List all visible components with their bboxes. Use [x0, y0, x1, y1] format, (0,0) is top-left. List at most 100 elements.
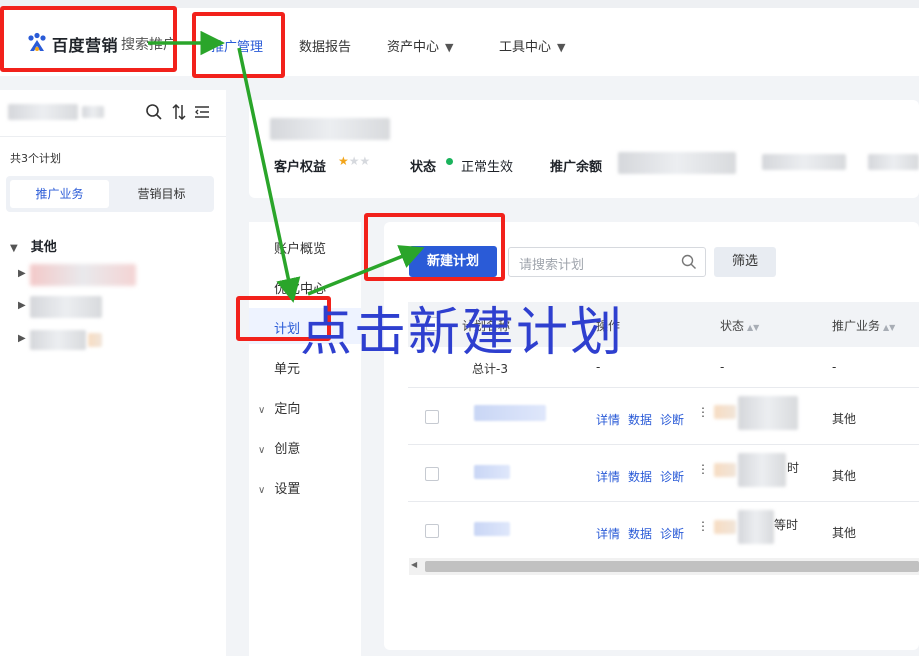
- menu-creative-label: 创意: [274, 442, 301, 457]
- blurred-account-name: [82, 106, 104, 118]
- balance-label: 推广余额: [550, 160, 603, 175]
- menu-settings[interactable]: ∨ 设置: [258, 478, 300, 497]
- blurred-plan-name[interactable]: [30, 264, 136, 286]
- row-divider: [408, 387, 919, 388]
- star-empty-icon: ★: [359, 154, 371, 168]
- chevron-down-icon: ▼: [557, 41, 566, 54]
- plan-count: 共3个计划: [10, 152, 61, 165]
- blurred-plan-name-link[interactable]: [474, 465, 510, 479]
- filter-button[interactable]: 筛选: [714, 247, 776, 277]
- tree-group-label: 其他: [30, 240, 57, 255]
- sort-icon: ▲▼: [883, 323, 896, 332]
- star-filled-icon: ★: [338, 154, 349, 168]
- search-icon[interactable]: [145, 103, 163, 121]
- blurred-plan-name-link[interactable]: [474, 522, 510, 536]
- data-link[interactable]: 数据: [628, 411, 652, 428]
- blurred-plan-tag: [88, 333, 102, 347]
- row-checkbox[interactable]: [425, 467, 439, 481]
- column-header-business[interactable]: 推广业务 ▲▼: [832, 317, 895, 334]
- chevron-down-icon: ∨: [258, 485, 266, 496]
- tree-group-other[interactable]: ▼ 其他: [10, 236, 57, 255]
- row-divider: [408, 501, 919, 502]
- row-business: 其他: [832, 469, 857, 483]
- row-status-suffix: 时: [787, 461, 800, 475]
- annotation-box-new-plan: [364, 213, 505, 281]
- chevron-down-icon: ∨: [258, 405, 266, 416]
- tab-promotion-business[interactable]: 推广业务: [10, 180, 109, 208]
- column-label: 推广业务: [832, 319, 881, 333]
- blurred-status-tag: [714, 463, 736, 477]
- total-row-business: -: [832, 360, 837, 374]
- chevron-down-icon: ▼: [445, 41, 454, 54]
- blurred-account-title: [270, 118, 390, 140]
- search-icon[interactable]: [681, 254, 697, 270]
- rating-stars: ★★★: [338, 154, 370, 168]
- nav-data-report[interactable]: 数据报告: [299, 36, 351, 55]
- blurred-status-text: [738, 453, 786, 487]
- details-link[interactable]: 详情: [596, 525, 620, 542]
- more-actions-icon[interactable]: ⋮: [697, 405, 709, 419]
- blurred-status-tag: [714, 520, 736, 534]
- menu-creative[interactable]: ∨ 创意: [258, 438, 300, 457]
- blurred-plan-name[interactable]: [30, 330, 86, 350]
- menu-account-overview[interactable]: 账户概览: [274, 238, 326, 257]
- status-dot: [446, 158, 453, 165]
- account-info-card: [249, 100, 919, 198]
- more-actions-icon[interactable]: ⋮: [697, 519, 709, 533]
- scroll-left-icon[interactable]: ◀: [411, 560, 417, 569]
- list-collapse-icon[interactable]: [193, 103, 211, 121]
- sort-icon[interactable]: [170, 103, 188, 121]
- annotation-box-logo: [0, 6, 177, 72]
- nav-tool-center[interactable]: 工具中心 ▼: [499, 36, 565, 55]
- caret-right-icon[interactable]: ▶: [18, 333, 26, 344]
- blurred-balance: [868, 154, 919, 170]
- more-actions-icon[interactable]: ⋮: [697, 462, 709, 476]
- scrollbar-thumb[interactable]: [425, 561, 919, 572]
- row-status-suffix: 等时: [774, 518, 799, 532]
- blurred-plan-name-link[interactable]: [474, 405, 546, 421]
- data-link[interactable]: 数据: [628, 525, 652, 542]
- diagnose-link[interactable]: 诊断: [660, 468, 684, 485]
- column-label: 状态: [720, 319, 745, 333]
- menu-settings-label: 设置: [274, 482, 301, 497]
- row-checkbox[interactable]: [425, 524, 439, 538]
- row-checkbox[interactable]: [425, 410, 439, 424]
- status-label: 状态: [410, 160, 437, 175]
- tab-marketing-goal[interactable]: 营销目标: [112, 180, 211, 208]
- caret-right-icon[interactable]: ▶: [18, 268, 26, 279]
- blurred-status-text: [738, 396, 798, 430]
- diagnose-link[interactable]: 诊断: [660, 411, 684, 428]
- caret-right-icon[interactable]: ▶: [18, 300, 26, 311]
- blurred-status-text: [738, 510, 774, 544]
- blurred-plan-name[interactable]: [30, 296, 102, 318]
- chevron-down-icon: ∨: [258, 445, 266, 456]
- diagnose-link[interactable]: 诊断: [660, 525, 684, 542]
- menu-unit[interactable]: 单元: [274, 358, 300, 377]
- data-link[interactable]: 数据: [628, 468, 652, 485]
- plan-search-placeholder: 请搜索计划: [519, 258, 585, 273]
- star-empty-icon: ★: [348, 154, 360, 168]
- customer-rights-label: 客户权益: [274, 160, 327, 175]
- blurred-balance: [618, 152, 736, 174]
- annotation-instruction-text: 点击新建计划: [300, 303, 625, 363]
- plan-tree-sidebar: [0, 90, 226, 656]
- nav-asset-center[interactable]: 资产中心 ▼: [387, 36, 453, 55]
- menu-targeting-label: 定向: [274, 402, 301, 417]
- caret-down-icon: ▼: [10, 243, 18, 254]
- status-value: 正常生效: [461, 160, 514, 175]
- nav-tool-center-label: 工具中心: [499, 40, 552, 55]
- row-divider: [408, 444, 919, 445]
- details-link[interactable]: 详情: [596, 468, 620, 485]
- row-business: 其他: [832, 526, 857, 540]
- sort-icon: ▲▼: [747, 323, 760, 332]
- blurred-account-name: [8, 104, 78, 120]
- annotation-box-promotion-management: [192, 12, 285, 78]
- menu-targeting[interactable]: ∨ 定向: [258, 398, 300, 417]
- nav-asset-center-label: 资产中心: [387, 40, 440, 55]
- plan-list-card: [384, 222, 919, 650]
- blurred-status-tag: [714, 405, 736, 419]
- column-header-status[interactable]: 状态 ▲▼: [720, 317, 759, 334]
- row-business: 其他: [832, 412, 857, 426]
- blurred-balance: [762, 154, 846, 170]
- details-link[interactable]: 详情: [596, 411, 620, 428]
